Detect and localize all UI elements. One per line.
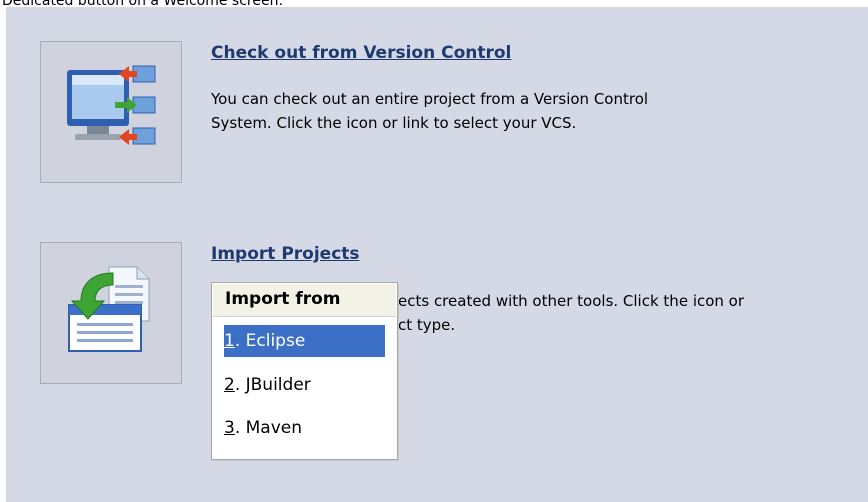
popup-title: Import from: [213, 284, 396, 317]
import-project-button[interactable]: [40, 242, 182, 384]
import-project-icon: [68, 266, 150, 352]
import-from-popup: Import from 1. Eclipse 2. JBuilder 3. Ma…: [211, 282, 398, 460]
popup-item-maven[interactable]: 3. Maven: [224, 412, 385, 444]
popup-item-jbuilder-label: . JBuilder: [234, 375, 311, 395]
import-projects-link[interactable]: Import Projects: [211, 244, 360, 264]
import-desc-line-2: ct type.: [398, 316, 456, 334]
vcs-checkout-description: You can check out an entire project from…: [211, 87, 851, 135]
vcs-checkout-link[interactable]: Check out from Version Control: [211, 43, 511, 63]
import-projects-description: ects created with other tools. Click the…: [398, 289, 858, 337]
popup-item-maven-mnemonic: 3: [224, 418, 235, 438]
vcs-desc-line-1: You can check out an entire project from…: [211, 90, 649, 108]
vcs-checkout-icon: [67, 65, 156, 145]
popup-item-eclipse-mnemonic: 1: [224, 331, 235, 351]
popup-item-jbuilder-mnemonic: 2: [224, 375, 235, 395]
popup-item-eclipse[interactable]: 1. Eclipse: [224, 325, 385, 357]
popup-item-maven-label: . Maven: [234, 418, 303, 438]
popup-item-jbuilder[interactable]: 2. JBuilder: [224, 369, 385, 401]
vcs-desc-line-2: System. Click the icon or link to select…: [211, 114, 577, 132]
popup-item-eclipse-label: . Eclipse: [234, 331, 306, 351]
import-desc-line-1: ects created with other tools. Click the…: [398, 292, 745, 310]
vcs-checkout-button[interactable]: [40, 41, 182, 183]
